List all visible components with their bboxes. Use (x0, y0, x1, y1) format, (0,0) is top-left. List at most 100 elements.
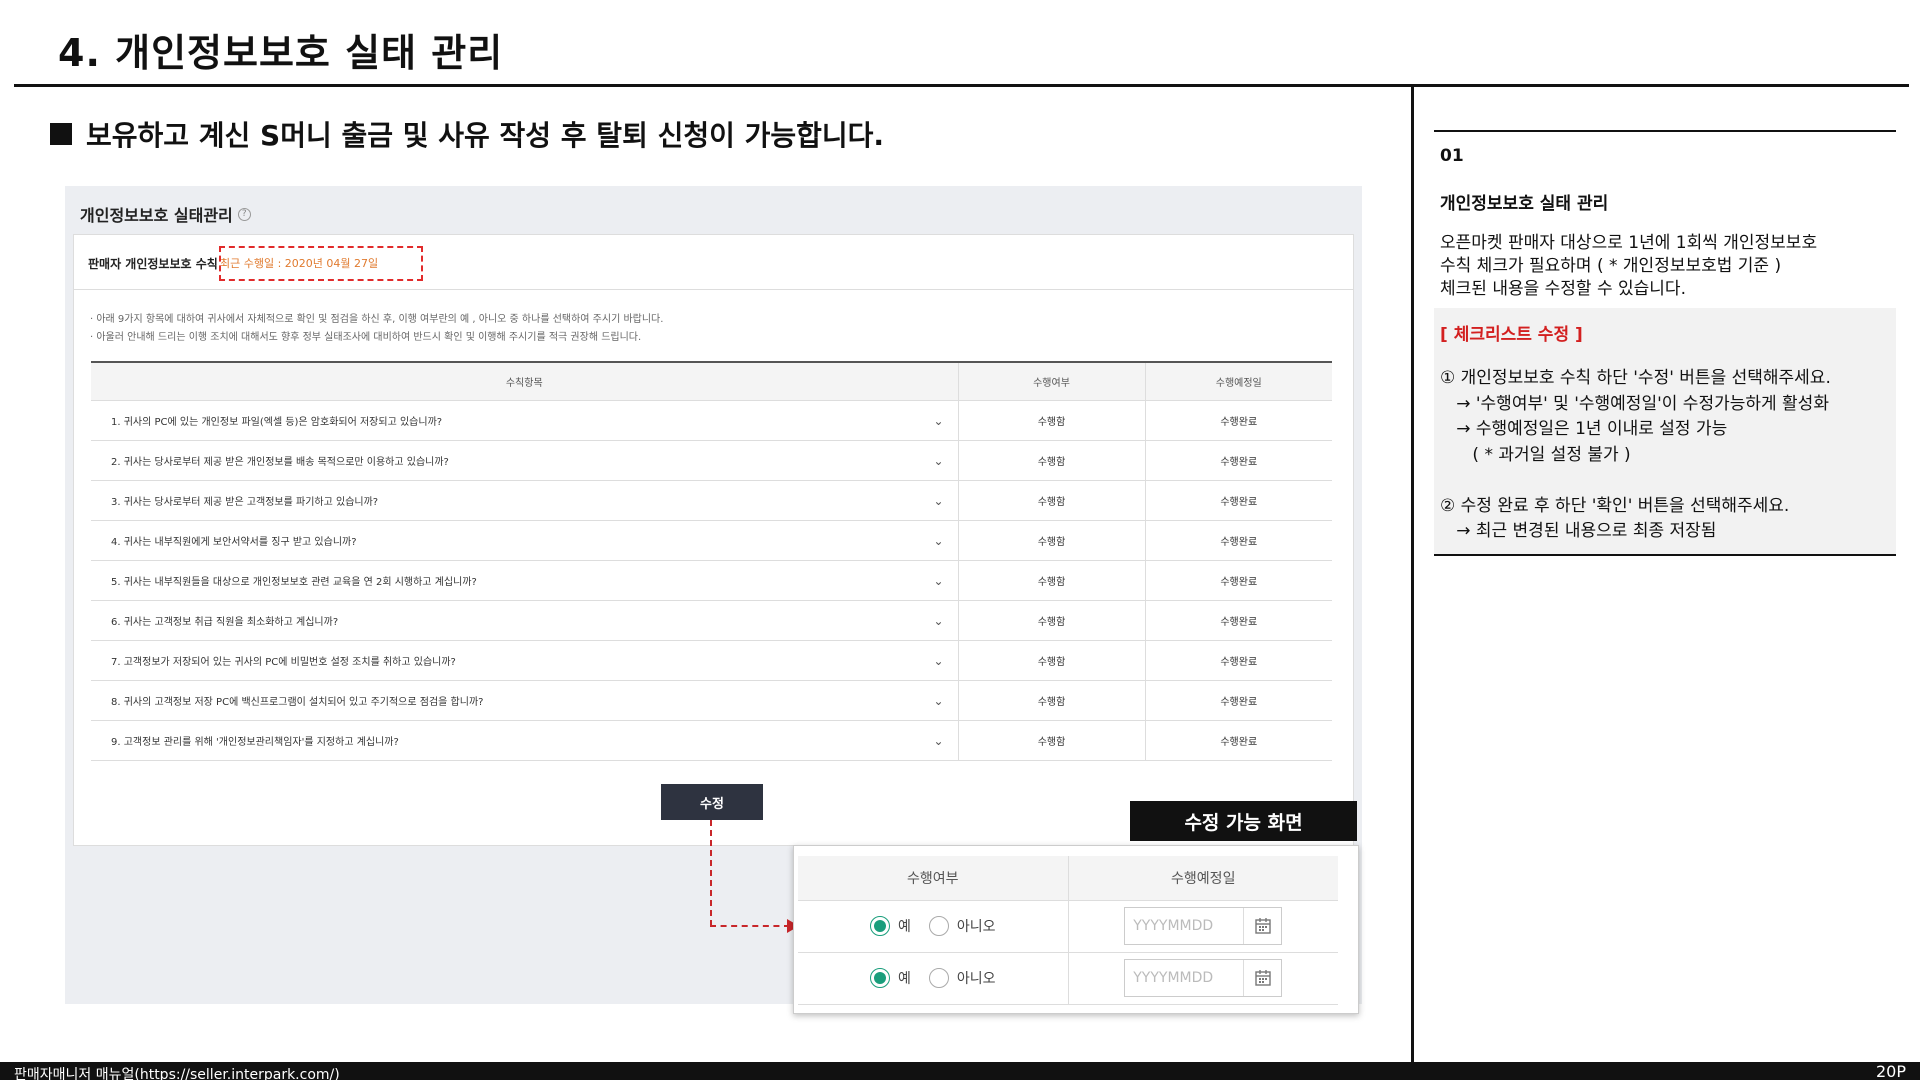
compliance-header: 판매자 개인정보보호 수칙 최근 수행일 : 2020년 04월 27일 (74, 235, 1353, 290)
checklist-edit-title: [ 체크리스트 수정 ] (1440, 325, 1583, 345)
chevron-down-icon[interactable]: ⌄ (933, 734, 943, 748)
chevron-down-icon[interactable]: ⌄ (933, 654, 943, 668)
radio-no[interactable] (928, 968, 949, 988)
status-cell: 수행함 (957, 640, 1145, 681)
plan-cell: 수행완료 (1144, 680, 1332, 721)
radio-yes[interactable] (869, 916, 890, 936)
column-divider (1411, 86, 1414, 1062)
status-cell: 수행함 (957, 440, 1145, 481)
table-row[interactable]: 3. 귀사는 당사로부터 제공 받은 고객정보를 파기하고 있습니까? ⌄ 수행함… (91, 480, 1332, 521)
compliance-card: 판매자 개인정보보호 수칙 최근 수행일 : 2020년 04월 27일 · 아… (73, 234, 1354, 846)
chevron-down-icon[interactable]: ⌄ (933, 534, 943, 548)
square-bullet-icon (50, 123, 72, 145)
status-cell: 수행함 (957, 480, 1145, 521)
table-row[interactable]: 2. 귀사는 당사로부터 제공 받은 개인정보를 배송 목적으로만 이용하고 있… (91, 440, 1332, 481)
table-row: 예 아니오 (798, 900, 1338, 953)
plan-cell: 수행완료 (1144, 400, 1332, 441)
compliance-table: 수칙항목 수행여부 수행예정일 1. 귀사의 PC에 있는 개인정보 파일(엑셀… (91, 361, 1332, 761)
status-cell: 수행함 (957, 600, 1145, 641)
table-row: 예 아니오 (798, 952, 1338, 1005)
chevron-down-icon[interactable]: ⌄ (933, 614, 943, 628)
plan-cell: 수행완료 (1144, 640, 1332, 681)
section-heading: 보유하고 계신 S머니 출금 및 사유 작성 후 탈퇴 신청이 가능합니다. (50, 114, 884, 154)
checklist-edit-box: [ 체크리스트 수정 ] ① 개인정보보호 수칙 하단 '수정' 버튼을 선택해… (1434, 308, 1896, 556)
compliance-label: 판매자 개인정보보호 수칙 (88, 257, 218, 271)
question-cell: 8. 귀사의 고객정보 저장 PC에 백신프로그램이 설치되어 있고 주기적으로… (91, 680, 958, 721)
section-heading-text: 보유하고 계신 S머니 출금 및 사유 작성 후 탈퇴 신청이 가능합니다. (86, 119, 885, 152)
question-cell: 2. 귀사는 당사로부터 제공 받은 개인정보를 배송 목적으로만 이용하고 있… (91, 440, 958, 481)
table-row[interactable]: 7. 고객정보가 저장되어 있는 귀사의 PC에 비밀번호 설정 조치를 취하고… (91, 640, 1332, 681)
status-radio-cell: 예 아니오 (798, 952, 1068, 1005)
status-radio-cell: 예 아니오 (798, 900, 1068, 953)
date-cell (1067, 952, 1338, 1005)
status-cell: 수행함 (957, 720, 1145, 761)
header-plan: 수행예정일 (1144, 361, 1332, 401)
plan-cell: 수행완료 (1144, 440, 1332, 481)
question-cell: 6. 귀사는 고객정보 취급 직원을 최소화하고 계십니까? ⌄ (91, 600, 958, 641)
question-cell: 9. 고객정보 관리를 위해 '개인정보관리책임자'를 지정하고 계십니까? ⌄ (91, 720, 958, 761)
header-status: 수행여부 (957, 361, 1145, 401)
status-cell: 수행함 (957, 520, 1145, 561)
status-cell: 수행함 (957, 400, 1145, 441)
question-cell: 3. 귀사는 당사로부터 제공 받은 고객정보를 파기하고 있습니까? ⌄ (91, 480, 958, 521)
table-row[interactable]: 6. 귀사는 고객정보 취급 직원을 최소화하고 계십니까? ⌄ 수행함 수행완료 (91, 600, 1332, 641)
header-item: 수칙항목 (91, 361, 958, 401)
page-number: 20P (1875, 1062, 1906, 1080)
radio-no[interactable] (928, 916, 949, 936)
arrow-connector (710, 925, 790, 927)
screenshot-title: 개인정보보호 실태관리 ? (80, 202, 251, 226)
editable-screen-badge: 수정 가능 화면 (1130, 801, 1357, 841)
date-field[interactable] (1124, 959, 1283, 997)
arrow-connector (710, 820, 712, 926)
question-cell: 5. 귀사는 내부직원들을 대상으로 개인정보보호 관련 교육을 연 2회 시행… (91, 560, 958, 601)
panel-title: 개인정보보호 실태 관리 (1440, 194, 1609, 214)
calendar-icon[interactable] (1243, 908, 1281, 944)
date-cell (1067, 900, 1338, 953)
question-cell: 7. 고객정보가 저장되어 있는 귀사의 PC에 비밀번호 설정 조치를 취하고… (91, 640, 958, 681)
radio-no-label[interactable]: 아니오 (957, 968, 996, 988)
radio-yes[interactable] (869, 968, 890, 988)
panel-number: 01 (1440, 146, 1464, 166)
chevron-down-icon[interactable]: ⌄ (933, 454, 943, 468)
date-input[interactable] (1125, 960, 1244, 996)
header-plan-date: 수행예정일 (1067, 856, 1338, 901)
note-line: · 아울러 안내해 드리는 이행 조치에 대해서도 향후 정부 실태조사에 대비… (90, 332, 642, 343)
table-row[interactable]: 4. 귀사는 내부직원에게 보안서약서를 징구 받고 있습니까? ⌄ 수행함 수행… (91, 520, 1332, 561)
radio-no-label[interactable]: 아니오 (957, 916, 996, 936)
status-cell: 수행함 (957, 560, 1145, 601)
editable-popup: 수행여부 수행예정일 예 아니오 YYYYMMDD 예 아니오 YYYYMMDD (793, 845, 1359, 1014)
plan-cell: 수행완료 (1144, 560, 1332, 601)
checklist-edit-steps: ① 개인정보보호 수칙 하단 '수정' 버튼을 선택해주세요. → '수행여부'… (1440, 368, 1831, 541)
plan-cell: 수행완료 (1144, 600, 1332, 641)
screenshot-title-text: 개인정보보호 실태관리 (80, 206, 233, 225)
table-row[interactable]: 8. 귀사의 고객정보 저장 PC에 백신프로그램이 설치되어 있고 주기적으로… (91, 680, 1332, 721)
plan-cell: 수행완료 (1144, 480, 1332, 521)
edit-button[interactable]: 수정 (661, 784, 763, 820)
note-line: · 아래 9가지 항목에 대하여 귀사에서 자체적으로 확인 및 점검을 하신 … (90, 314, 664, 325)
date-input[interactable] (1125, 908, 1244, 944)
page-title: 4. 개인정보보호 실태 관리 (58, 31, 504, 75)
radio-yes-label[interactable]: 예 (898, 916, 911, 936)
plan-cell: 수행완료 (1144, 520, 1332, 561)
footer: 판매자매니저 매뉴얼(https://seller.interpark.com/… (0, 1062, 1920, 1080)
question-cell: 4. 귀사는 내부직원에게 보안서약서를 징구 받고 있습니까? ⌄ (91, 520, 958, 561)
question-cell: 1. 귀사의 PC에 있는 개인정보 파일(엑셀 등)은 암호화되어 저장되고 … (91, 400, 958, 441)
chevron-down-icon[interactable]: ⌄ (933, 494, 943, 508)
radio-yes-label[interactable]: 예 (898, 968, 911, 988)
header-status: 수행여부 (798, 856, 1068, 901)
chevron-down-icon[interactable]: ⌄ (933, 414, 943, 428)
status-cell: 수행함 (957, 680, 1145, 721)
date-field[interactable] (1124, 907, 1283, 945)
editable-table: 수행여부 수행예정일 예 아니오 YYYYMMDD 예 아니오 YYYYMMDD (798, 856, 1338, 1005)
table-row[interactable]: 9. 고객정보 관리를 위해 '개인정보관리책임자'를 지정하고 계십니까? ⌄ … (91, 720, 1332, 761)
chevron-down-icon[interactable]: ⌄ (933, 694, 943, 708)
table-row[interactable]: 5. 귀사는 내부직원들을 대상으로 개인정보보호 관련 교육을 연 2회 시행… (91, 560, 1332, 601)
chevron-down-icon[interactable]: ⌄ (933, 574, 943, 588)
footer-url: 판매자매니저 매뉴얼(https://seller.interpark.com/… (14, 1067, 340, 1080)
table-row[interactable]: 1. 귀사의 PC에 있는 개인정보 파일(엑셀 등)은 암호화되어 저장되고 … (91, 400, 1332, 441)
highlight-box (219, 246, 423, 281)
notes: · 아래 9가지 항목에 대하여 귀사에서 자체적으로 확인 및 점검을 하신 … (90, 311, 663, 347)
calendar-icon[interactable] (1243, 960, 1281, 996)
help-icon[interactable]: ? (237, 207, 251, 221)
title-divider (14, 84, 1909, 87)
